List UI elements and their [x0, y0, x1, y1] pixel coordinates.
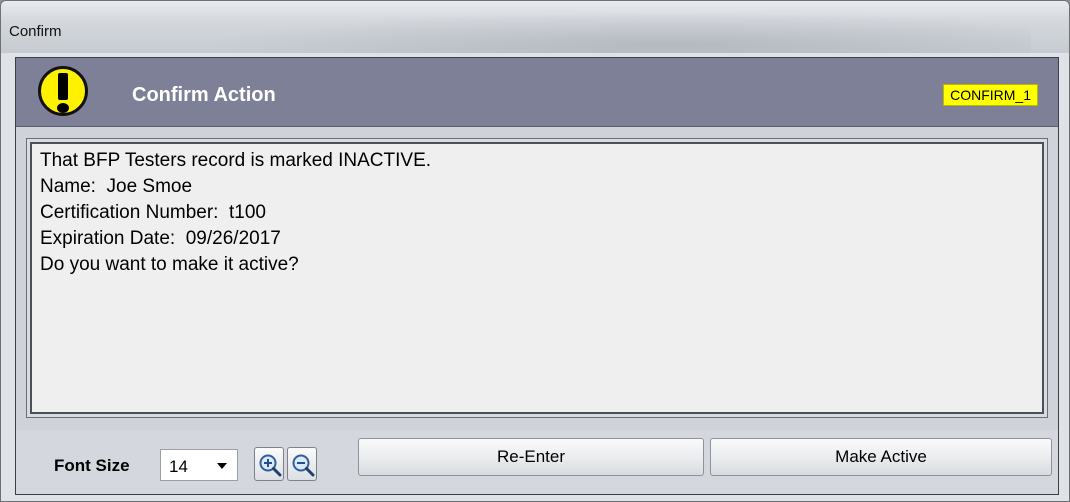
dialog-header: Confirm Action CONFIRM_1 [16, 58, 1058, 127]
window-titlebar[interactable]: Confirm [1, 1, 1069, 53]
font-size-select[interactable]: 14 [160, 449, 238, 481]
zoom-out-icon [292, 454, 315, 477]
message-line: Certification Number: t100 [40, 202, 266, 223]
make-active-button[interactable]: Make Active [710, 438, 1052, 476]
message-line: Expiration Date: 09/26/2017 [40, 228, 281, 249]
dialog-footer: Font Size 14 Re-Enter Make Active [16, 430, 1058, 494]
confirm-dialog: Confirm Action CONFIRM_1 That BFP Tester… [15, 57, 1059, 495]
message-text-area[interactable]: That BFP Testers record is marked INACTI… [30, 142, 1044, 414]
window-title: Confirm [9, 23, 62, 40]
zoom-in-icon [259, 454, 282, 477]
message-line: Do you want to make it active? [40, 254, 299, 275]
font-size-value: 14 [169, 457, 188, 476]
re-enter-button[interactable]: Re-Enter [358, 438, 704, 476]
confirm-window: Confirm Confirm Action CONFIRM_1 That BF… [0, 0, 1070, 502]
zoom-out-button[interactable] [287, 447, 317, 481]
message-line: That BFP Testers record is marked INACTI… [40, 150, 432, 171]
chevron-down-icon [217, 463, 227, 469]
dialog-title: Confirm Action [132, 84, 276, 106]
exclamation-warning-icon [38, 66, 88, 116]
message-line: Name: Joe Smoe [40, 176, 193, 197]
font-size-label: Font Size [54, 456, 130, 475]
zoom-in-button[interactable] [254, 447, 284, 481]
dialog-id-badge: CONFIRM_1 [943, 84, 1038, 106]
background-blur [131, 7, 1031, 53]
